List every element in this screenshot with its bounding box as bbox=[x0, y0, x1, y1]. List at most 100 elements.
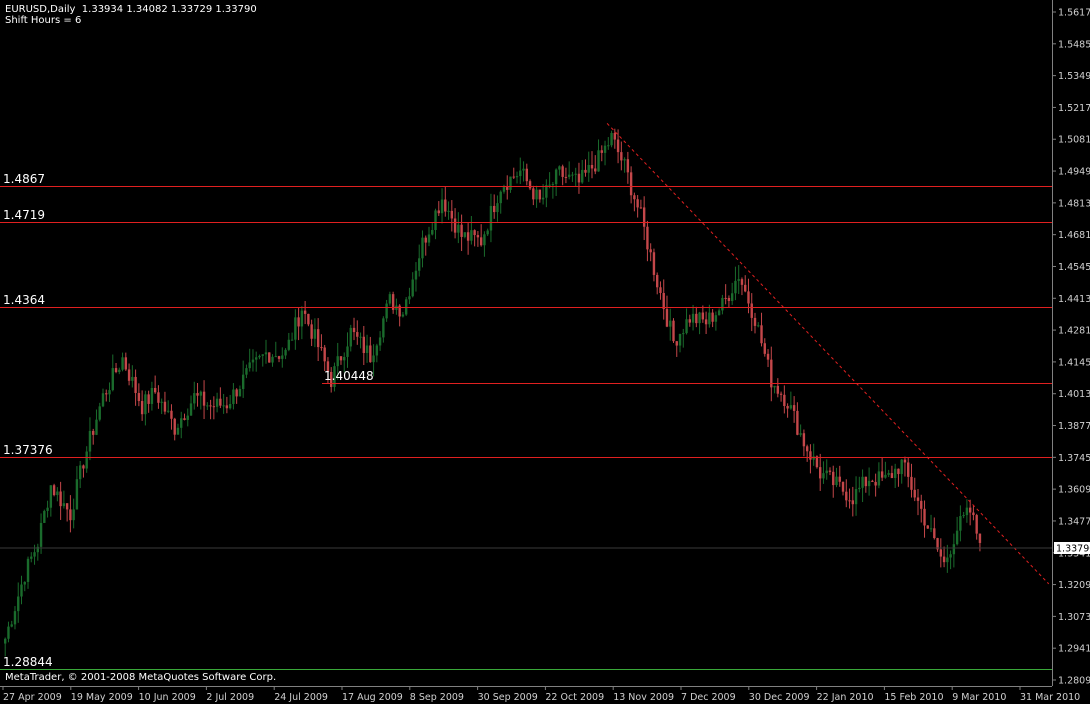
candle-body bbox=[975, 515, 978, 534]
candle-body bbox=[685, 319, 688, 334]
candle-body bbox=[307, 313, 310, 325]
candle-body bbox=[411, 279, 414, 297]
candle-body bbox=[453, 218, 457, 233]
candle-body bbox=[352, 327, 356, 333]
candle-body bbox=[147, 394, 150, 404]
candle-body bbox=[522, 168, 525, 171]
candle-body bbox=[460, 224, 463, 237]
candle-body bbox=[854, 489, 858, 505]
candle-body bbox=[884, 474, 887, 478]
candle-body bbox=[942, 556, 946, 563]
x-tick-label: 2 Jul 2009 bbox=[206, 692, 254, 703]
candle-body bbox=[766, 353, 770, 360]
candle-body bbox=[153, 387, 157, 393]
candle-body bbox=[652, 252, 656, 275]
candle-body bbox=[858, 487, 861, 490]
candle-body bbox=[740, 279, 744, 285]
candle-body bbox=[636, 199, 639, 208]
candle-body bbox=[447, 210, 450, 212]
candle-body bbox=[968, 507, 972, 513]
candle-body bbox=[724, 297, 727, 299]
candle-body bbox=[659, 287, 662, 293]
candle-body bbox=[277, 356, 281, 359]
candle-body bbox=[548, 184, 551, 186]
candle-body bbox=[189, 403, 193, 416]
candle-body bbox=[421, 237, 424, 259]
candle-body bbox=[867, 480, 871, 487]
y-tick-label: 1.52170 bbox=[1058, 103, 1090, 114]
candle-body bbox=[910, 476, 913, 490]
y-tick-label: 1.56170 bbox=[1058, 8, 1090, 19]
candle-body bbox=[880, 471, 884, 478]
candle-body bbox=[202, 391, 206, 406]
candle-body bbox=[845, 491, 848, 501]
candle-body bbox=[124, 357, 128, 370]
candle-body bbox=[665, 309, 669, 327]
candle-body bbox=[362, 336, 365, 354]
candle-body bbox=[897, 468, 900, 475]
candle-body bbox=[287, 339, 291, 350]
candle-body bbox=[822, 473, 825, 479]
y-tick-label: 1.48130 bbox=[1058, 198, 1090, 209]
candle-body bbox=[313, 329, 317, 339]
candle-body bbox=[470, 230, 473, 241]
candle-body bbox=[232, 389, 235, 404]
candle-body bbox=[52, 485, 56, 496]
candle-body bbox=[427, 234, 431, 243]
candle-body bbox=[825, 470, 828, 474]
candle-body bbox=[365, 345, 369, 354]
candle-body bbox=[101, 393, 105, 407]
y-tick-label: 1.28090 bbox=[1058, 676, 1090, 687]
candle-body bbox=[418, 258, 421, 271]
axes-layer: 1.56170 1.54850 1.53490 1.52170 1.50810 1.494… bbox=[0, 0, 1090, 703]
trendline[interactable] bbox=[606, 123, 1050, 585]
candle-body bbox=[388, 294, 392, 304]
candle-body bbox=[294, 317, 297, 340]
candle-body bbox=[763, 343, 766, 354]
candle-body bbox=[303, 310, 307, 314]
x-tick-label: 17 Aug 2009 bbox=[342, 692, 403, 703]
y-tick-label: 1.53490 bbox=[1058, 71, 1090, 82]
candle-body bbox=[127, 369, 131, 381]
candle-body bbox=[933, 528, 936, 539]
candle-body bbox=[727, 297, 731, 301]
candle-body bbox=[39, 522, 43, 547]
candle-body bbox=[486, 230, 489, 235]
candle-body bbox=[783, 394, 786, 407]
candle-body bbox=[20, 584, 23, 597]
candle-body bbox=[864, 476, 868, 487]
candle-body bbox=[248, 362, 251, 369]
candle-body bbox=[730, 293, 734, 301]
candle-body bbox=[437, 210, 440, 214]
x-tick-label: 13 Nov 2009 bbox=[613, 692, 674, 703]
candle-body bbox=[114, 368, 118, 373]
candle-body bbox=[584, 169, 587, 173]
candle-body bbox=[838, 476, 841, 482]
candle-body bbox=[506, 187, 509, 190]
candle-body bbox=[926, 525, 929, 529]
y-tick-label: 1.44130 bbox=[1058, 294, 1090, 305]
candle-body bbox=[493, 205, 496, 213]
candle-body bbox=[747, 291, 750, 304]
price-chart[interactable]: 1.56170 1.54850 1.53490 1.52170 1.50810 1.494… bbox=[0, 0, 1090, 704]
candle-body bbox=[251, 359, 255, 363]
candle-body bbox=[962, 515, 965, 517]
candle-body bbox=[199, 391, 202, 396]
candle-body bbox=[65, 503, 69, 510]
candle-body bbox=[339, 356, 343, 361]
candle-body bbox=[809, 451, 812, 460]
x-tick-label: 22 Jan 2010 bbox=[817, 692, 874, 703]
candle-body bbox=[49, 485, 53, 508]
candle-body bbox=[949, 554, 952, 558]
candle-body bbox=[134, 376, 137, 394]
candle-body bbox=[789, 405, 793, 409]
y-tick-label: 1.30730 bbox=[1058, 612, 1090, 623]
candle-body bbox=[375, 345, 379, 356]
x-tick-label: 30 Sep 2009 bbox=[478, 692, 538, 703]
candle-body bbox=[369, 345, 372, 363]
candle-body bbox=[861, 476, 864, 488]
candle-body bbox=[88, 430, 92, 452]
candle-body bbox=[887, 473, 890, 475]
candle-body bbox=[613, 132, 617, 140]
shift-hours-label: Shift Hours = 6 bbox=[5, 15, 82, 26]
